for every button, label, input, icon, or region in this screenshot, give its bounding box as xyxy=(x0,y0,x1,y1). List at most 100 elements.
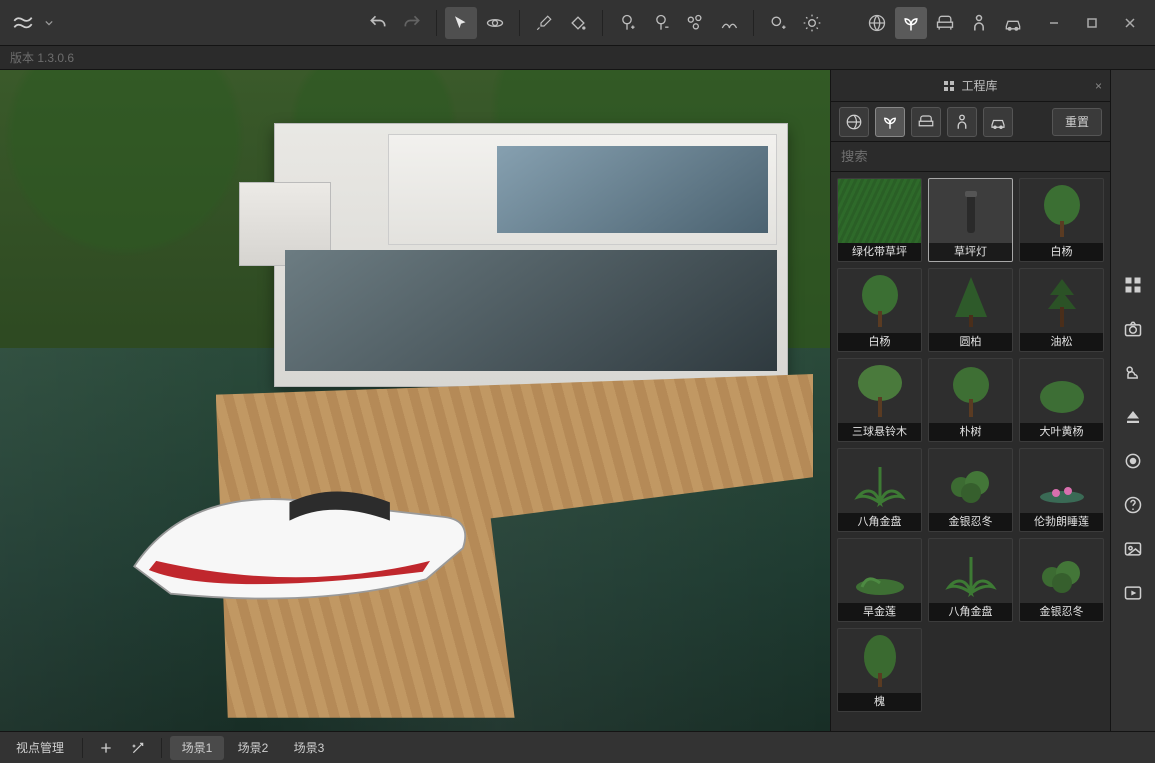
scene-tab-label: 场景3 xyxy=(294,739,325,756)
vehicle-lib-icon[interactable] xyxy=(997,7,1029,39)
sun-tool-icon[interactable] xyxy=(796,7,828,39)
scene-add-icon[interactable] xyxy=(91,736,121,760)
panel-close-icon[interactable]: × xyxy=(1095,79,1102,93)
scene-tab[interactable]: 场景3 xyxy=(282,736,336,760)
asset-label: 旱金莲 xyxy=(838,603,921,621)
asset-thumb xyxy=(838,629,921,693)
scene-bar: 视点管理 场景1 场景2 场景3 xyxy=(0,731,1155,763)
asset-label: 白杨 xyxy=(838,333,921,351)
asset-item[interactable]: 朴树 xyxy=(928,358,1013,442)
asset-thumb xyxy=(1020,269,1103,333)
asset-thumb xyxy=(1020,179,1103,243)
rail-target-icon[interactable] xyxy=(1118,446,1148,476)
library-category-bar: 重置 xyxy=(831,102,1110,142)
light-add-tool-icon[interactable] xyxy=(762,7,794,39)
eyedropper-tool-icon[interactable] xyxy=(528,7,560,39)
asset-item[interactable]: 大叶黄杨 xyxy=(1019,358,1104,442)
furniture-lib-icon[interactable] xyxy=(929,7,961,39)
asset-thumb xyxy=(838,359,921,423)
reset-button[interactable]: 重置 xyxy=(1052,108,1102,136)
viewpoint-manage-label: 视点管理 xyxy=(16,739,64,756)
asset-item[interactable]: 槐 xyxy=(837,628,922,712)
scene-tab[interactable]: 场景2 xyxy=(226,736,280,760)
asset-label: 八角金盘 xyxy=(929,603,1012,621)
people-lib-icon[interactable] xyxy=(963,7,995,39)
rail-play-icon[interactable] xyxy=(1118,578,1148,608)
plant-add-tool-icon[interactable] xyxy=(611,7,643,39)
asset-label: 白杨 xyxy=(1020,243,1103,261)
asset-item[interactable]: 绿化带草坪 xyxy=(837,178,922,262)
asset-label: 八角金盘 xyxy=(838,513,921,531)
asset-thumb xyxy=(838,539,921,603)
scene-magic-icon[interactable] xyxy=(123,736,153,760)
asset-label: 朴树 xyxy=(929,423,1012,441)
asset-label: 油松 xyxy=(1020,333,1103,351)
asset-item[interactable]: 圆柏 xyxy=(928,268,1013,352)
asset-thumb xyxy=(1020,539,1103,603)
version-label: 版本 1.3.0.6 xyxy=(0,46,1155,70)
paint-bucket-tool-icon[interactable] xyxy=(562,7,594,39)
category-vehicle-icon[interactable] xyxy=(983,107,1013,137)
asset-thumb xyxy=(1020,449,1103,513)
asset-label: 大叶黄杨 xyxy=(1020,423,1103,441)
asset-label: 圆柏 xyxy=(929,333,1012,351)
asset-thumb xyxy=(838,269,921,333)
plant-scatter-tool-icon[interactable] xyxy=(679,7,711,39)
category-furniture-icon[interactable] xyxy=(911,107,941,137)
asset-item[interactable]: 草坪灯 xyxy=(928,178,1013,262)
app-logo-icon[interactable] xyxy=(6,6,40,40)
category-plant-icon[interactable] xyxy=(875,107,905,137)
library-panel-header: 工程库 × xyxy=(831,70,1110,102)
app-menu-dropdown-icon[interactable] xyxy=(44,19,54,27)
asset-item[interactable]: 金银忍冬 xyxy=(928,448,1013,532)
orbit-tool-icon[interactable] xyxy=(479,7,511,39)
plant-lib-icon[interactable] xyxy=(895,7,927,39)
grid-view-icon xyxy=(943,80,955,92)
viewport-3d[interactable] xyxy=(0,70,831,731)
category-people-icon[interactable] xyxy=(947,107,977,137)
rail-eject-icon[interactable] xyxy=(1118,402,1148,432)
asset-label: 草坪灯 xyxy=(929,243,1012,261)
asset-item[interactable]: 金银忍冬 xyxy=(1019,538,1104,622)
rail-image-icon[interactable] xyxy=(1118,534,1148,564)
rail-weather-icon[interactable] xyxy=(1118,358,1148,388)
asset-item[interactable]: 八角金盘 xyxy=(928,538,1013,622)
asset-thumb xyxy=(929,269,1012,333)
right-tool-rail xyxy=(1111,70,1155,731)
scene-tab-label: 场景1 xyxy=(182,739,213,756)
window-minimize-icon[interactable] xyxy=(1035,7,1073,39)
plant-brush-tool-icon[interactable] xyxy=(713,7,745,39)
asset-item[interactable]: 三球悬铃木 xyxy=(837,358,922,442)
asset-item[interactable]: 八角金盘 xyxy=(837,448,922,532)
asset-item[interactable]: 伦勃朗睡莲 xyxy=(1019,448,1104,532)
select-tool-icon[interactable] xyxy=(445,7,477,39)
window-maximize-icon[interactable] xyxy=(1073,7,1111,39)
asset-item[interactable]: 白杨 xyxy=(837,268,922,352)
asset-item[interactable]: 油松 xyxy=(1019,268,1104,352)
material-lib-icon[interactable] xyxy=(861,7,893,39)
asset-label: 金银忍冬 xyxy=(929,513,1012,531)
scene-boat xyxy=(116,453,481,625)
asset-item[interactable]: 旱金莲 xyxy=(837,538,922,622)
asset-label: 槐 xyxy=(838,693,921,711)
library-panel-title: 工程库 xyxy=(961,77,997,94)
asset-thumb xyxy=(929,539,1012,603)
library-search-input[interactable] xyxy=(831,142,1110,171)
asset-thumb xyxy=(929,449,1012,513)
rail-grid-icon[interactable] xyxy=(1118,270,1148,300)
plant-remove-tool-icon[interactable] xyxy=(645,7,677,39)
viewpoint-manage-button[interactable]: 视点管理 xyxy=(6,736,74,760)
rail-help-icon[interactable] xyxy=(1118,490,1148,520)
asset-thumb xyxy=(838,449,921,513)
rail-camera-icon[interactable] xyxy=(1118,314,1148,344)
scene-tab-label: 场景2 xyxy=(238,739,269,756)
asset-label: 三球悬铃木 xyxy=(838,423,921,441)
scene-tab[interactable]: 场景1 xyxy=(170,736,224,760)
asset-grid: 绿化带草坪草坪灯白杨白杨圆柏油松三球悬铃木朴树大叶黄杨八角金盘金银忍冬伦勃朗睡莲… xyxy=(837,178,1104,712)
undo-icon[interactable] xyxy=(362,7,394,39)
category-material-icon[interactable] xyxy=(839,107,869,137)
asset-item[interactable]: 白杨 xyxy=(1019,178,1104,262)
library-panel: 工程库 × 重置 绿化 xyxy=(831,70,1111,731)
scene-building xyxy=(274,123,789,387)
window-close-icon[interactable] xyxy=(1111,7,1149,39)
